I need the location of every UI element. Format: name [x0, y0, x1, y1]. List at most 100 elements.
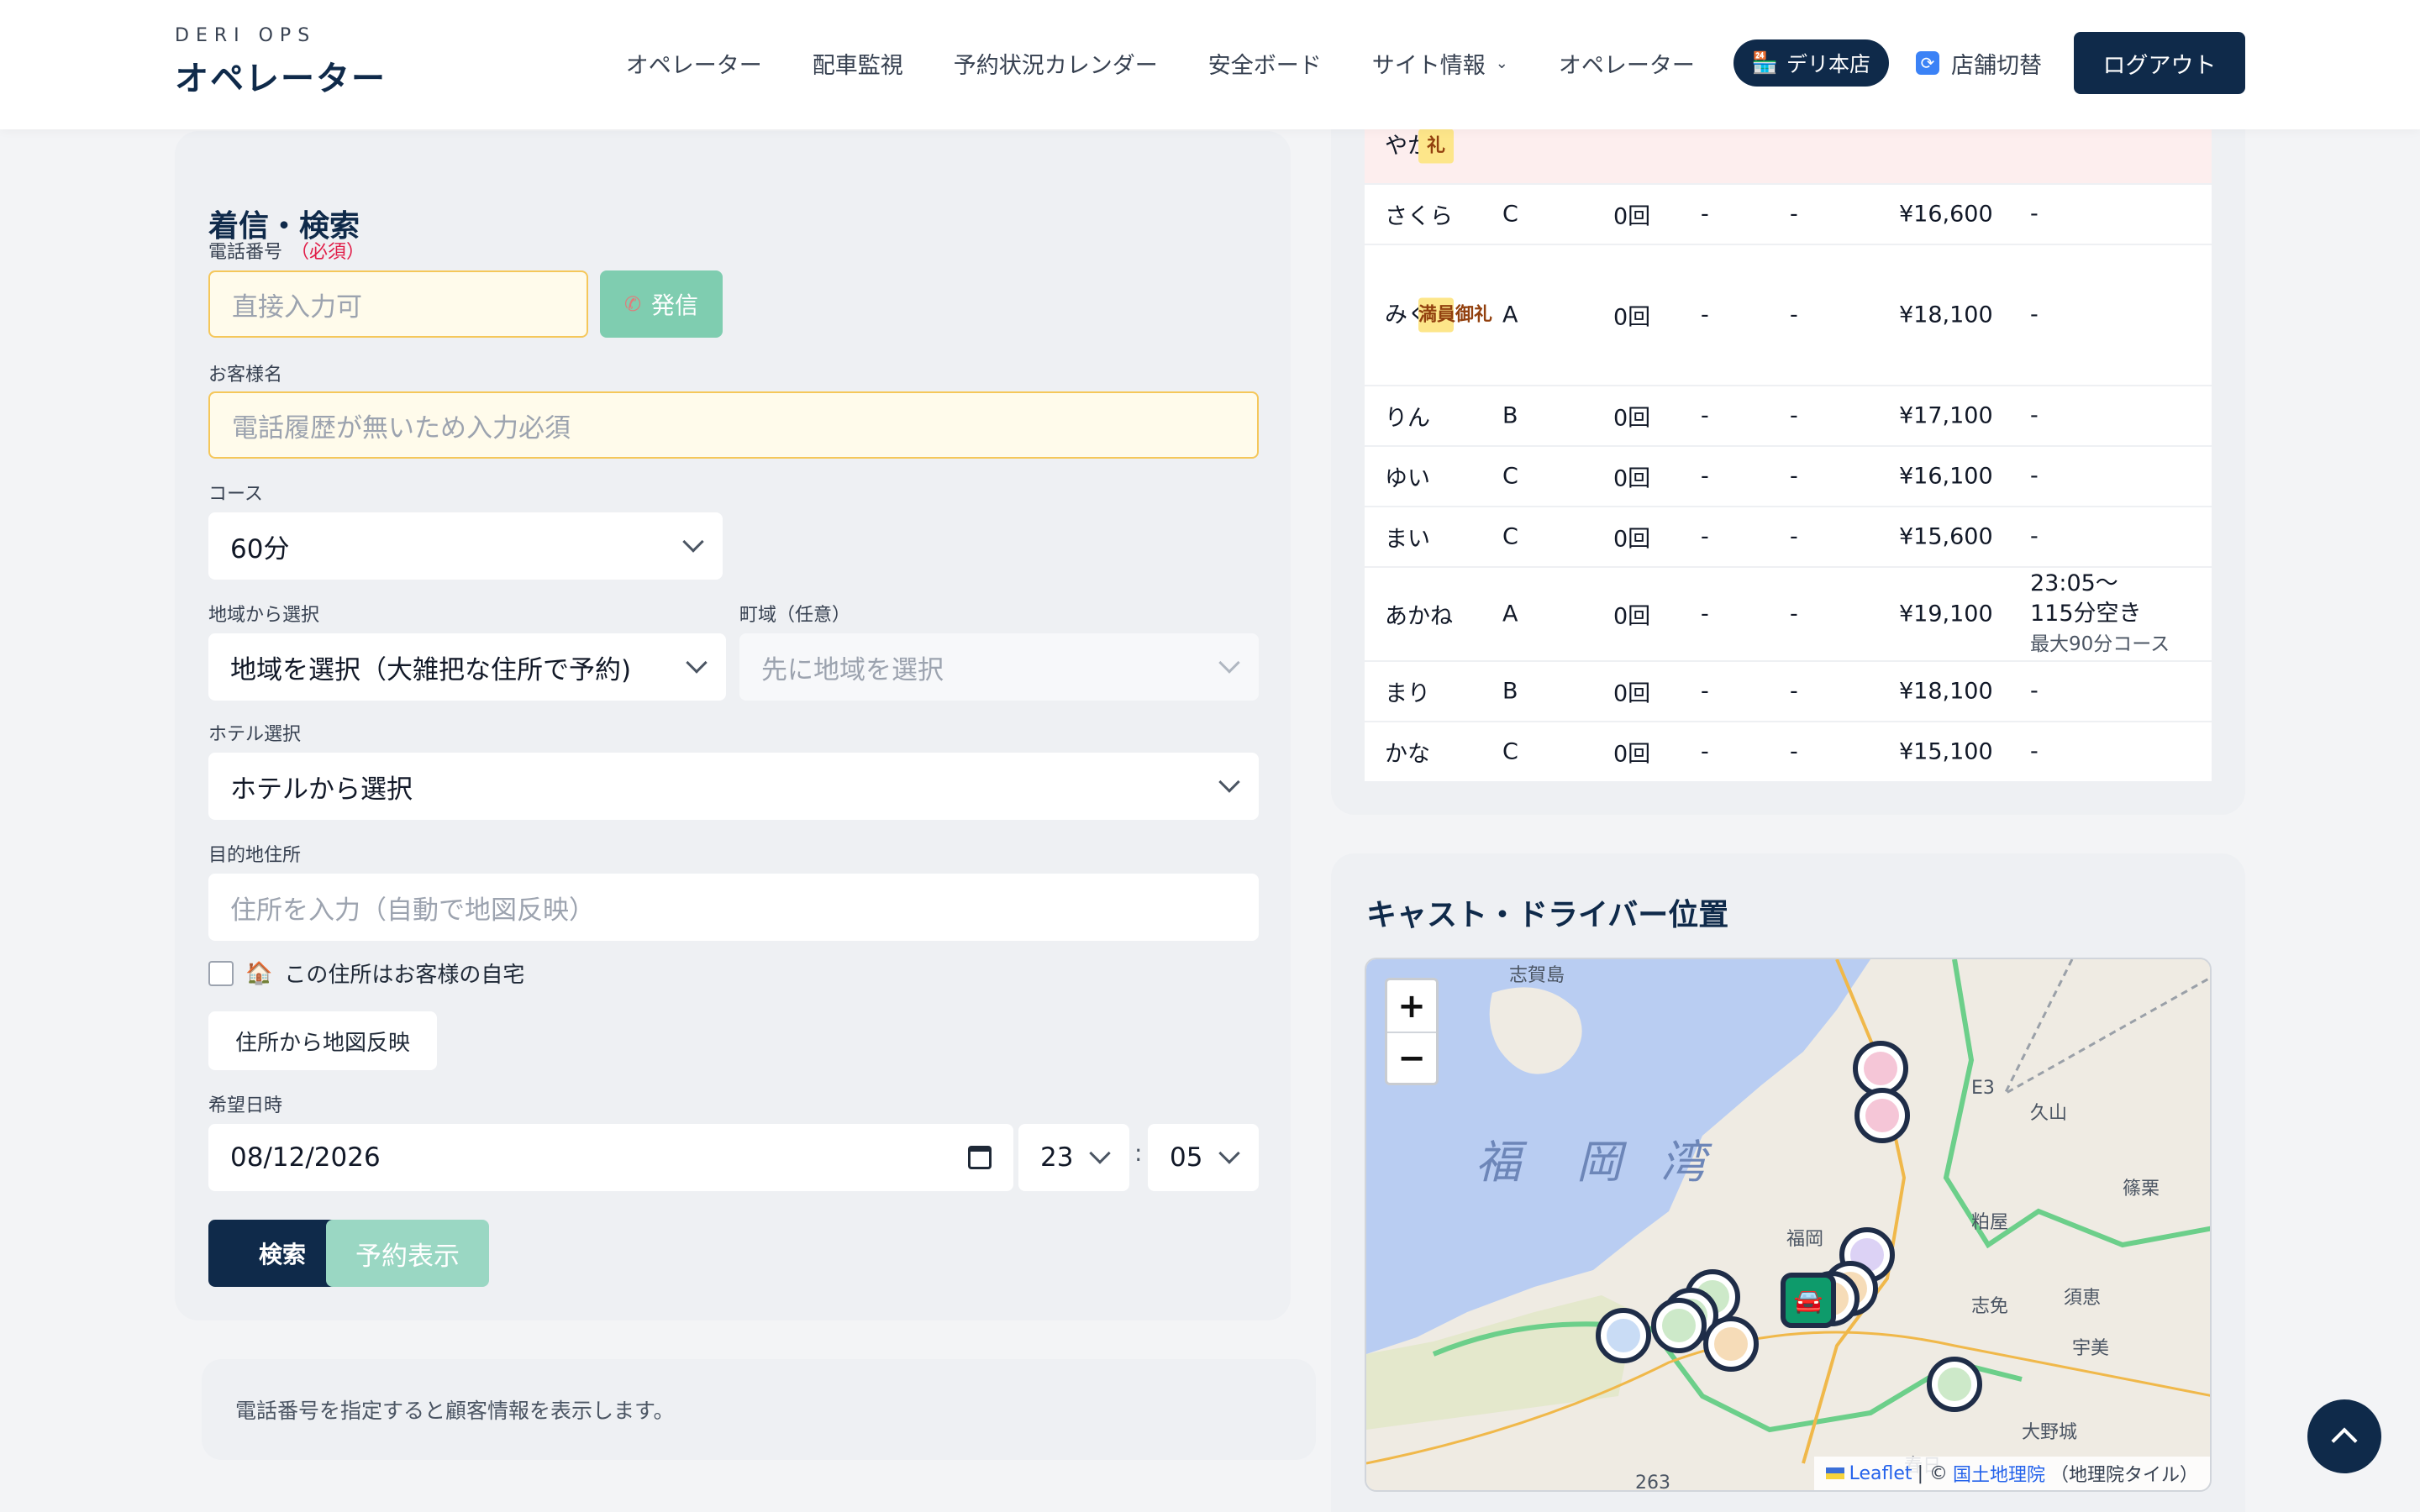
store-switch-link[interactable]: ⟳ 店舗切替 [1904, 47, 2064, 80]
date-input[interactable]: 08/12/2026 [208, 1124, 1013, 1191]
zoom-out-button[interactable]: − [1387, 1032, 1436, 1083]
map-label-wan: 湾 [1660, 1136, 1712, 1189]
cast-availability: 23:05〜 115分空き 最大90分コース [2030, 569, 2170, 659]
map-label-shime: 志免 [1971, 1296, 2008, 1317]
driver-marker[interactable]: 🚘 [1781, 1273, 1836, 1328]
phone-input-placeholder: 直接入力可 [232, 291, 362, 323]
nav-operator[interactable]: オペレーター [602, 47, 786, 80]
cast-price: ¥16,100 [1899, 463, 1993, 490]
address-input[interactable]: 住所を入力（自動で地図反映） [208, 874, 1259, 941]
table-row[interactable]: りん B 0回 - - ¥17,100 - [1365, 385, 2212, 445]
table-row[interactable]: あかね A 0回 - - ¥19,100 23:05〜 115分空き 最大90分コース [1365, 566, 2212, 660]
cast-rank: C [1502, 523, 1518, 550]
calendar-icon[interactable] [968, 1146, 992, 1169]
chevron-down-icon [686, 652, 708, 674]
zoom-in-button[interactable]: + [1387, 980, 1436, 1032]
map-label-fukuoka: 福岡 [1786, 1229, 1823, 1250]
cast-detail-1: - [1701, 201, 1709, 228]
table-row[interactable]: まり B 0回 - - ¥18,100 - [1365, 660, 2212, 721]
leaflet-link[interactable]: Leaflet [1849, 1463, 1912, 1484]
cast-rank: A [1502, 601, 1518, 627]
logout-button[interactable]: ログアウト [2074, 32, 2245, 94]
home-checkbox[interactable] [208, 960, 234, 986]
brand-subtitle: DERI OPS [175, 25, 317, 46]
cast-count: 0回 [1613, 405, 1651, 432]
required-mark: （必須） [291, 242, 366, 263]
cast-price: ¥18,100 [1899, 678, 1993, 705]
customer-info-card: 電話番号を指定すると顧客情報を表示します。 [202, 1359, 1316, 1460]
cast-count: 0回 [1613, 304, 1651, 331]
region-select-value: 地域を選択（大雑把な住所で予約) [230, 654, 632, 685]
town-select[interactable]: 先に地域を選択 [739, 633, 1259, 701]
map-card: キャスト・ドライバー位置 福 岡 湾 志賀島 久山 篠栗 粕屋 須恵 志免 宇美… [1331, 853, 2245, 1512]
hour-select[interactable]: 23 [1018, 1124, 1129, 1191]
region-select[interactable]: 地域を選択（大雑把な住所で予約) [208, 633, 726, 701]
cast-detail-1: - [1701, 523, 1709, 550]
map-label-fuku: 福 [1476, 1136, 1528, 1189]
cast-count: 0回 [1613, 465, 1651, 492]
availability-line: 最大90分コース [2030, 633, 2170, 655]
cast-price: ¥18,100 [1899, 302, 1993, 328]
map-canvas[interactable]: 福 岡 湾 志賀島 久山 篠栗 粕屋 須恵 志免 宇美 大野城 春日 福岡 E3… [1366, 959, 2212, 1492]
cast-name: さくら [1385, 203, 1453, 230]
cast-name: ゆい [1385, 465, 1430, 492]
gsi-link[interactable]: 国土地理院 [1953, 1460, 2045, 1487]
cast-marker[interactable] [1651, 1298, 1707, 1353]
cast-rank: A [1502, 302, 1518, 328]
cast-rank: C [1502, 738, 1518, 765]
nav-safety-board[interactable]: 安全ボード [1185, 47, 1345, 80]
cast-name: まり [1385, 680, 1430, 707]
brand[interactable]: DERI OPS オペレーター [175, 25, 387, 100]
minute-select[interactable]: 05 [1148, 1124, 1259, 1191]
home-checkbox-row[interactable]: 🏠 この住所はお客様の自宅 [208, 958, 524, 989]
full-badge: 礼 [1418, 129, 1454, 164]
cast-marker[interactable] [1703, 1316, 1759, 1372]
cast-name: やか [1385, 133, 1430, 159]
cast-price: ¥15,600 [1899, 523, 1993, 550]
cast-marker[interactable] [1927, 1357, 1982, 1412]
cast-note: - [2030, 463, 2039, 489]
nav-site-info[interactable]: サイト情報 ⌄ [1349, 47, 1532, 80]
table-row[interactable]: みく 満員御礼 A 0回 - - ¥18,100 - [1365, 244, 2212, 385]
cast-name: みく [1385, 302, 1430, 328]
customer-name-input[interactable]: 電話履歴が無いため入力必須 [208, 391, 1259, 459]
nav-site-info-label: サイト情報 [1371, 52, 1486, 79]
table-row[interactable]: まい C 0回 - - ¥15,600 - [1365, 506, 2212, 566]
table-row[interactable]: ゆい C 0回 - - ¥16,100 - [1365, 445, 2212, 506]
map-title: キャスト・ドライバー位置 [1366, 898, 1729, 932]
table-row[interactable]: かな C 0回 - - ¥15,100 - [1365, 721, 2212, 781]
store-badge[interactable]: 🏪 デリ本店 [1733, 39, 1889, 87]
cast-detail-2: - [1790, 463, 1798, 490]
reservation-view-button[interactable]: 予約表示 [326, 1220, 489, 1287]
map-label-kasuya: 粕屋 [1971, 1212, 2008, 1233]
cast-marker[interactable] [1596, 1308, 1651, 1363]
house-icon: 🏠 [245, 960, 273, 986]
cast-marker[interactable] [1853, 1041, 1908, 1096]
nav-operator-2[interactable]: オペレーター [1535, 47, 1718, 80]
refresh-icon: ⟳ [1916, 51, 1939, 75]
datetime-label: 希望日時 [208, 1095, 283, 1116]
minute-select-value: 05 [1170, 1142, 1203, 1173]
cast-detail-2: - [1790, 601, 1798, 627]
hotel-select[interactable]: ホテルから選択 [208, 753, 1259, 820]
svg-text:🚘: 🚘 [1794, 1287, 1823, 1315]
table-row[interactable]: さくら C 0回 - - ¥16,600 - [1365, 183, 2212, 244]
cast-marker[interactable] [1854, 1088, 1910, 1143]
cast-count: 0回 [1613, 603, 1651, 630]
call-button[interactable]: ✆ 発信 [600, 270, 723, 338]
store-switch-label: 店舗切替 [1951, 52, 2042, 79]
cast-detail-1: - [1701, 302, 1709, 328]
cast-table[interactable]: やか 礼 さくら C 0回 - - ¥16,600 - みく 満員御礼 A 0回 - - ¥18,100 -… [1365, 109, 2212, 838]
address-input-placeholder: 住所を入力（自動で地図反映） [230, 895, 595, 926]
position-map[interactable]: 福 岡 湾 志賀島 久山 篠栗 粕屋 須恵 志免 宇美 大野城 春日 福岡 E3… [1365, 958, 2212, 1492]
map-reflect-button[interactable]: 住所から地図反映 [208, 1011, 438, 1070]
nav-dispatch-monitor[interactable]: 配車監視 [789, 47, 927, 80]
nav-reservation-calendar[interactable]: 予約状況カレンダー [930, 47, 1181, 80]
chevron-down-icon [1218, 771, 1240, 793]
cast-rank: B [1502, 678, 1518, 705]
course-select[interactable]: 60分 [208, 512, 723, 580]
phone-input[interactable]: 直接入力可 [208, 270, 588, 338]
town-label: 町域（任意） [739, 605, 851, 626]
scroll-to-top-button[interactable] [2307, 1399, 2381, 1473]
full-badge: 満員御礼 [1418, 297, 1492, 333]
